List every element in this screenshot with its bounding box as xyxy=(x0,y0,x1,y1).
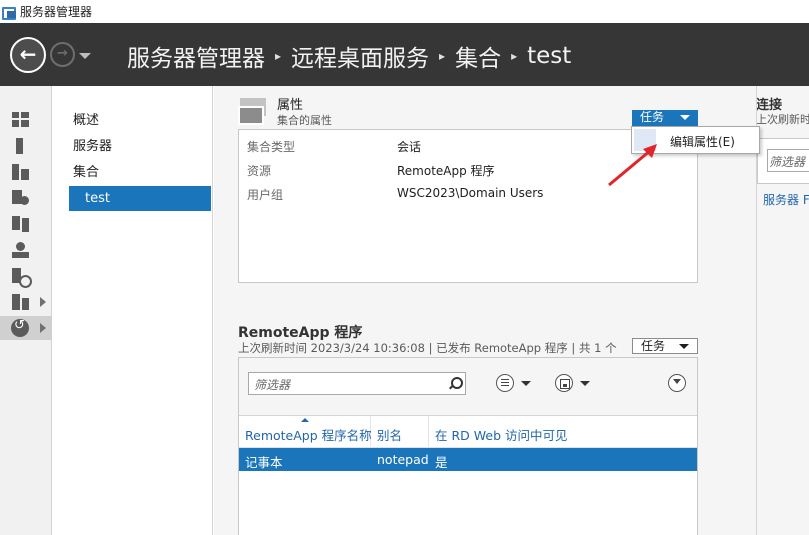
dashboard-icon xyxy=(12,112,30,128)
column-header-visible[interactable]: 在 RD Web 访问中可见 xyxy=(429,416,589,448)
server-manager-icon xyxy=(2,6,16,20)
property-key: 资源 xyxy=(247,164,272,178)
back-button[interactable]: ← xyxy=(10,37,46,73)
connections-subtitle: 上次刷新时 xyxy=(756,113,809,126)
subnav-item-overview[interactable]: 概述 xyxy=(69,108,211,133)
expand-arrow-icon xyxy=(40,323,46,333)
chevron-down-icon[interactable] xyxy=(580,381,590,386)
column-label: RemoteApp 程序名称 xyxy=(245,428,372,443)
rail-storage[interactable] xyxy=(0,290,52,314)
forward-button[interactable]: → xyxy=(50,42,75,67)
property-value: 会话 xyxy=(397,140,422,154)
properties-subtitle: 集合的属性 xyxy=(277,114,332,127)
connections-column-header[interactable]: 服务器 FQ xyxy=(763,191,809,208)
remoteapp-tasks-button[interactable]: 任务 xyxy=(632,338,698,354)
list-options-icon[interactable] xyxy=(496,374,514,392)
breadcrumb-separator-icon: ▸ xyxy=(275,49,282,63)
all-servers-icon xyxy=(12,164,30,180)
cell-visible: 是 xyxy=(435,455,448,470)
property-key: 集合类型 xyxy=(247,140,296,154)
connections-filter-input[interactable]: 筛选器 xyxy=(767,149,809,172)
rail-all-servers[interactable] xyxy=(0,160,52,184)
connections-panel: 连接 上次刷新时 筛选器 服务器 FQ xyxy=(756,86,809,535)
left-rail xyxy=(0,86,52,535)
rail-dashboard[interactable] xyxy=(0,108,52,132)
annotation-arrow-icon xyxy=(608,144,657,187)
save-query-icon[interactable] xyxy=(555,374,573,392)
subnav-item-test[interactable]: test xyxy=(69,186,211,211)
window-title: 服务器管理器 xyxy=(20,5,93,19)
rail-remote-desktop-services[interactable] xyxy=(0,316,52,340)
remote-desktop-icon xyxy=(11,318,29,337)
remoteapp-status: 上次刷新时间 2023/3/24 10:36:08 | 已发布 RemoteAp… xyxy=(238,341,617,355)
property-key: 用户组 xyxy=(247,188,284,202)
rail-local-server[interactable] xyxy=(0,134,52,158)
local-server-icon xyxy=(12,138,30,154)
history-dropdown-icon[interactable] xyxy=(79,53,91,59)
navigation-bar: ← → 服务器管理器 ▸ 远程桌面服务 ▸ 集合 ▸ test xyxy=(0,23,809,86)
file-services-icon xyxy=(12,216,30,232)
breadcrumb: 服务器管理器 ▸ 远程桌面服务 ▸ 集合 ▸ test xyxy=(127,39,571,73)
filter-toolbar: 筛选器 xyxy=(239,358,697,416)
cell-alias: notepad xyxy=(377,452,429,467)
remoteapp-panel: 筛选器 RemoteApp 程序名称 别名 在 RD Web 访问中可见 记事本… xyxy=(238,357,698,535)
cell-name: 记事本 xyxy=(245,455,283,470)
breadcrumb-item[interactable]: 远程桌面服务 xyxy=(291,39,429,73)
print-services-icon xyxy=(12,268,32,288)
properties-icon xyxy=(238,98,268,125)
table-row[interactable]: 记事本 notepad 是 xyxy=(239,448,697,471)
breadcrumb-separator-icon: ▸ xyxy=(439,49,446,63)
connections-filter-area: 筛选器 xyxy=(757,138,809,184)
expand-icon[interactable] xyxy=(668,374,686,392)
rail-file-services[interactable] xyxy=(0,212,52,236)
chevron-down-icon[interactable] xyxy=(521,381,531,386)
breadcrumb-item[interactable]: 集合 xyxy=(455,39,501,73)
expand-arrow-icon xyxy=(40,297,46,307)
chevron-down-icon xyxy=(679,344,689,349)
breadcrumb-item[interactable]: test xyxy=(527,43,571,69)
window-titlebar: 服务器管理器 xyxy=(0,0,809,23)
menu-item-edit-properties[interactable]: 编辑属性(E) xyxy=(670,133,735,150)
rail-iis[interactable] xyxy=(0,238,52,262)
remoteapp-title: RemoteApp 程序 xyxy=(238,325,363,341)
properties-title: 属性 xyxy=(277,98,304,113)
sort-ascending-icon xyxy=(301,418,309,422)
column-header-alias[interactable]: 别名 xyxy=(371,416,429,448)
iis-icon xyxy=(12,242,30,258)
ad-ds-icon xyxy=(12,190,30,206)
tasks-label: 任务 xyxy=(641,339,666,353)
rail-ad-ds[interactable] xyxy=(0,186,52,210)
rail-print-services[interactable] xyxy=(0,264,52,288)
breadcrumb-separator-icon: ▸ xyxy=(511,49,518,63)
column-header-name[interactable]: RemoteApp 程序名称 xyxy=(239,416,372,448)
subnav-item-servers[interactable]: 服务器 xyxy=(69,134,211,159)
breadcrumb-item[interactable]: 服务器管理器 xyxy=(127,39,265,73)
subnav-item-collections[interactable]: 集合 xyxy=(69,160,211,185)
property-value: RemoteApp 程序 xyxy=(397,164,495,178)
storage-icon xyxy=(12,294,30,310)
properties-tasks-button[interactable]: 任务 xyxy=(632,110,698,126)
chevron-down-icon xyxy=(680,115,690,120)
filter-input[interactable]: 筛选器 xyxy=(248,372,466,395)
column-label: 在 RD Web 访问中可见 xyxy=(435,428,568,443)
sub-navigation: 概述 服务器 集合 test xyxy=(53,86,213,535)
table-header: RemoteApp 程序名称 别名 在 RD Web 访问中可见 xyxy=(239,416,697,448)
search-icon[interactable] xyxy=(449,377,463,389)
tasks-label: 任务 xyxy=(640,110,665,124)
property-value: WSC2023\Domain Users xyxy=(397,186,544,200)
column-label: 别名 xyxy=(377,428,403,443)
